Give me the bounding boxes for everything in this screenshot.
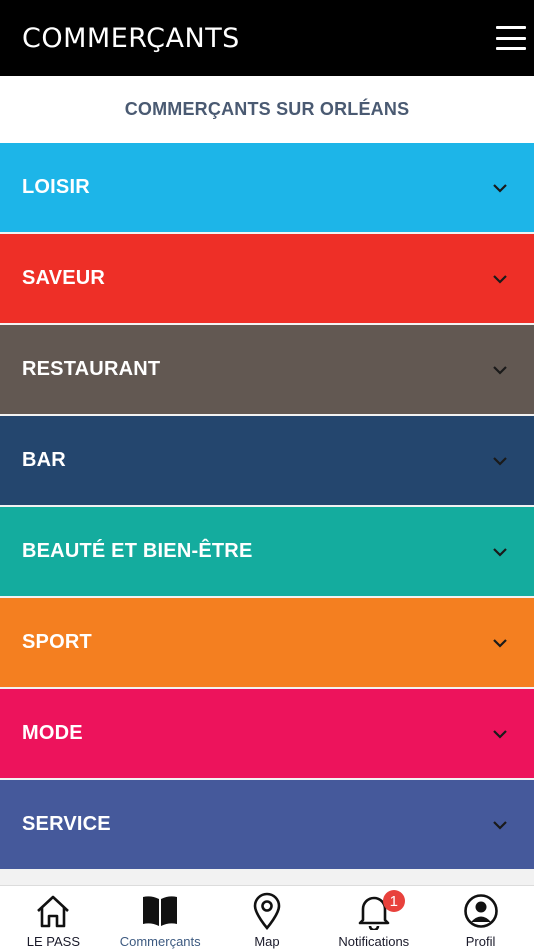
category-label: RESTAURANT (22, 358, 161, 380)
tab-label: Profil (465, 934, 496, 949)
book-icon (141, 891, 179, 931)
category-label: SAVEUR (22, 267, 106, 289)
page-title: COMMERÇANTS (22, 22, 240, 54)
tab-label: LE PASS (26, 934, 81, 949)
app-header: COMMERÇANTS (0, 0, 534, 76)
category-mode[interactable]: MODE (0, 689, 534, 778)
tab-notifications[interactable]: 1 Notifications (320, 886, 427, 950)
category-sport[interactable]: SPORT (0, 598, 534, 687)
category-service[interactable]: SERVICE (0, 780, 534, 869)
chevron-down-icon (492, 183, 508, 193)
tab-le-pass[interactable]: LE PASS (0, 886, 107, 950)
chevron-down-icon (492, 274, 508, 284)
category-list: LOISIR SAVEUR RESTAURANT BAR BEAUTÉ ET B… (0, 143, 534, 871)
map-pin-icon (252, 891, 282, 931)
chevron-down-icon (492, 638, 508, 648)
profile-icon (463, 891, 499, 931)
category-bar[interactable]: BAR (0, 416, 534, 505)
chevron-down-icon (492, 820, 508, 830)
bell-icon: 1 (357, 890, 405, 931)
tab-label: Notifications (338, 934, 410, 949)
category-restaurant[interactable]: RESTAURANT (0, 325, 534, 414)
hamburger-menu-icon[interactable] (496, 26, 526, 50)
bottom-tab-bar: LE PASS Commerçants Map 1 Notifications … (0, 885, 534, 950)
category-label: BEAUTÉ ET BIEN-ÊTRE (22, 540, 253, 562)
tab-commercants[interactable]: Commerçants (107, 886, 214, 950)
chevron-down-icon (492, 456, 508, 466)
category-saveur[interactable]: SAVEUR (0, 234, 534, 323)
chevron-down-icon (492, 547, 508, 557)
category-loisir[interactable]: LOISIR (0, 143, 534, 232)
notification-badge: 1 (382, 890, 405, 912)
category-label: SERVICE (22, 813, 111, 835)
tab-label: Map (254, 934, 280, 949)
category-beaute-et-bien-etre[interactable]: BEAUTÉ ET BIEN-ÊTRE (0, 507, 534, 596)
section-header: COMMERÇANTS SUR ORLÉANS (0, 76, 534, 143)
chevron-down-icon (492, 729, 508, 739)
tab-profil[interactable]: Profil (427, 886, 534, 950)
tab-label: Commerçants (119, 934, 201, 949)
home-icon (34, 891, 72, 931)
category-label: BAR (22, 449, 66, 471)
chevron-down-icon (492, 365, 508, 375)
category-label: LOISIR (22, 176, 90, 198)
category-label: SPORT (22, 631, 92, 653)
section-title: COMMERÇANTS SUR ORLÉANS (124, 99, 410, 119)
category-label: MODE (22, 722, 83, 744)
tab-map[interactable]: Map (214, 886, 321, 950)
